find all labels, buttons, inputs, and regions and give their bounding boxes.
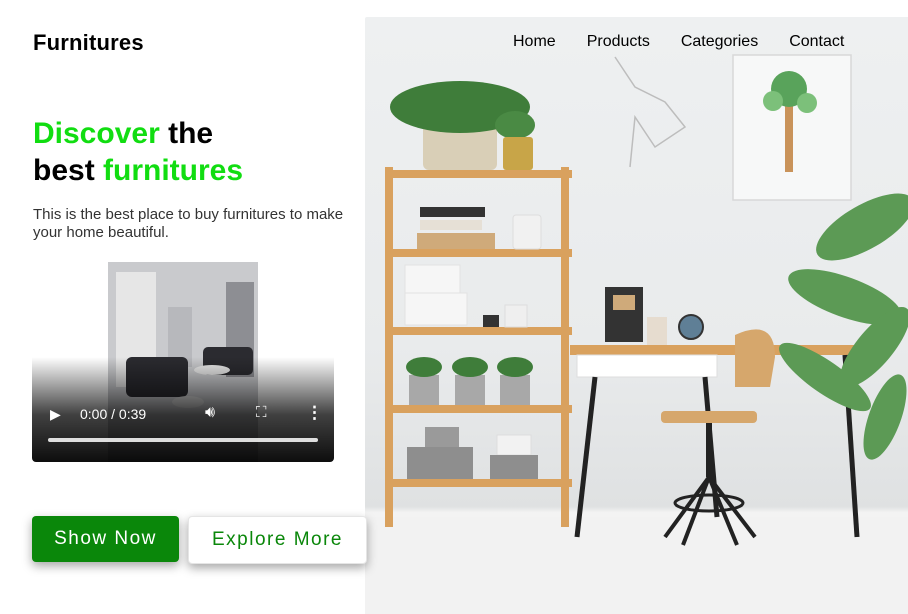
hero-illustration [365,54,908,614]
fullscreen-icon[interactable]: ⛶ [256,404,267,421]
nav-categories[interactable]: Categories [681,33,758,51]
explore-more-button[interactable]: Explore More [188,516,367,564]
video-player[interactable]: ▶ 0:00 / 0:39 🔊︎ ⛶ ⋮ [32,262,334,462]
headline-accent-discover: Discover [33,117,160,150]
video-controls-overlay [32,357,334,462]
show-now-button[interactable]: Show Now [32,516,179,562]
video-time: 0:00 / 0:39 [80,406,147,422]
headline-line-2: best furnitures [33,152,243,189]
video-progress-bar[interactable] [48,438,318,442]
headline-best: best [33,154,95,187]
nav-products[interactable]: Products [587,33,650,51]
volume-icon[interactable]: 🔊︎ [205,404,215,422]
play-icon[interactable]: ▶ [50,406,61,423]
more-vertical-icon[interactable]: ⋮ [306,403,323,423]
nav-home[interactable]: Home [513,33,556,51]
headline-accent-furnitures: furnitures [103,154,244,187]
brand-logo[interactable]: Furnitures [33,30,144,56]
headline-line-1: Discover the [33,115,243,152]
hero-image [365,17,908,614]
hero-description: This is the best place to buy furnitures… [33,206,344,241]
hero-headline: Discover the best furnitures [33,115,243,189]
headline-the: the [168,117,214,150]
nav-contact[interactable]: Contact [789,33,844,51]
main-nav: Home Products Categories Contact [513,33,875,51]
